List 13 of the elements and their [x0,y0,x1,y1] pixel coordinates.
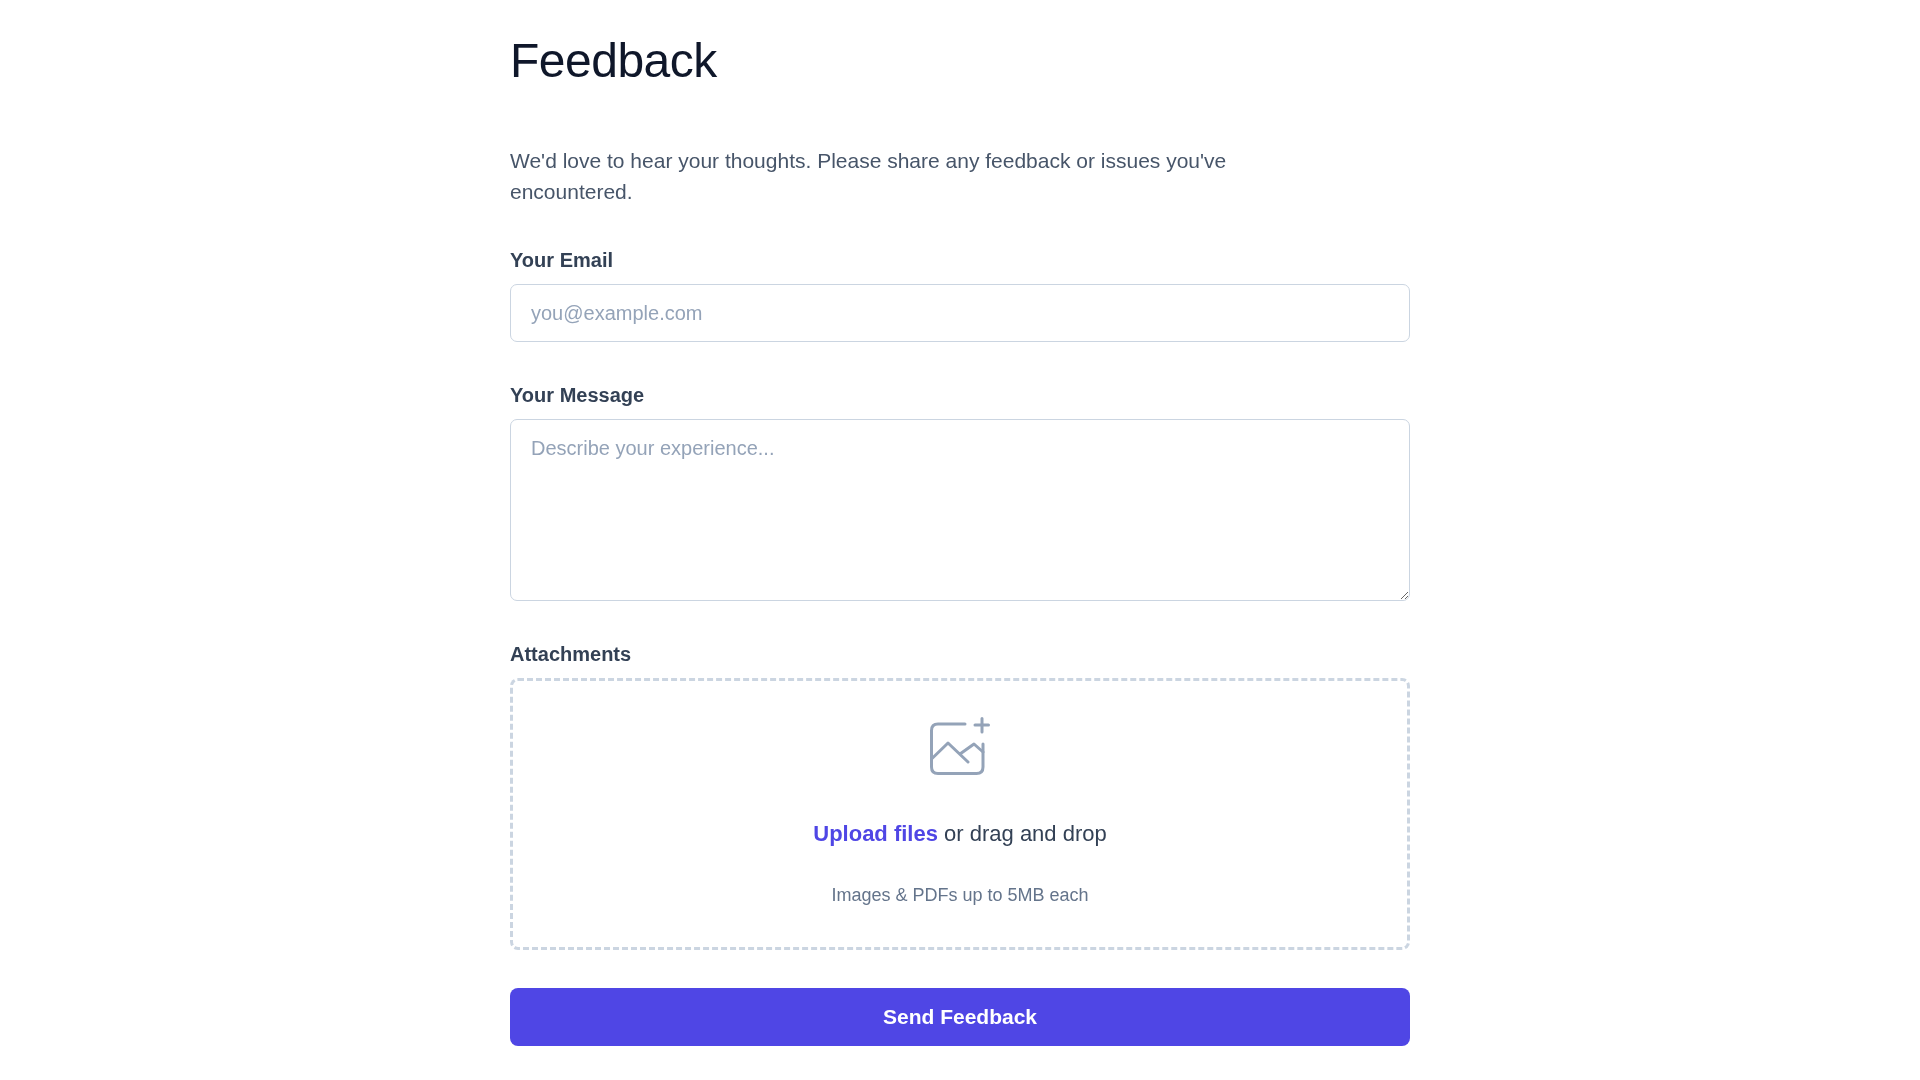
image-plus-icon [930,717,990,775]
intro-text: We'd love to hear your thoughts. Please share any feedback or issues you've encountered. [510,148,1228,205]
email-label: Your Email [510,248,613,273]
page-title: Feedback [510,36,717,86]
email-input[interactable]: you@example.com [510,284,1410,342]
send-feedback-button[interactable]: Send Feedback [510,988,1410,1046]
message-label: Your Message [510,383,645,408]
file-dropzone[interactable]: Upload files or drag and drop Images & PDFs up to 5MB each [510,678,1410,950]
file-limit-hint: Images & PDFs up to 5MB each [831,884,1089,907]
attachments-label: Attachments [510,642,632,667]
upload-files-link[interactable]: Upload files [813,821,938,846]
upload-prompt: Upload files or drag and drop [813,820,1107,848]
message-textarea[interactable]: Describe your experience... [510,419,1410,601]
